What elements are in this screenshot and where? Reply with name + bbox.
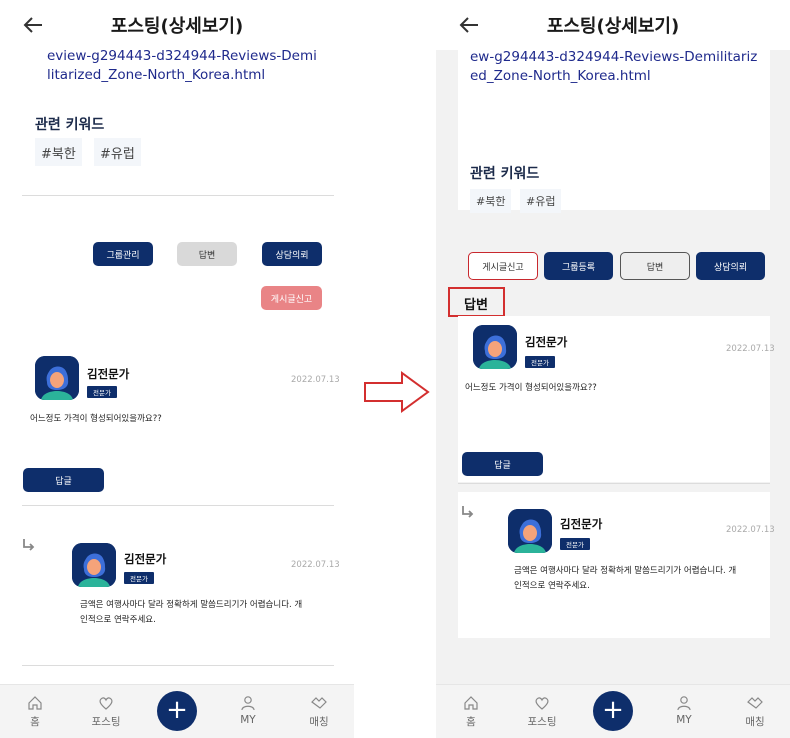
consult-button[interactable]: 상담의뢰 xyxy=(696,252,765,280)
home-icon xyxy=(28,696,42,710)
keywords-title: 관련 키워드 xyxy=(470,166,540,182)
avatar xyxy=(35,356,79,400)
tab-matching[interactable]: 매칭 xyxy=(730,695,780,729)
tag-north-korea[interactable]: #북한 xyxy=(470,189,512,213)
user-icon xyxy=(241,696,255,711)
handshake-icon xyxy=(311,697,327,709)
consult-button[interactable]: 상담의뢰 xyxy=(262,242,322,266)
heart-icon xyxy=(535,697,549,710)
answer-text: 어느정도 가격이 형성되어있을까요?? xyxy=(465,383,597,393)
report-post-button[interactable]: 게시글신고 xyxy=(468,252,538,280)
tag-europe[interactable]: #유럽 xyxy=(94,138,141,166)
tab-my-label: MY xyxy=(240,714,256,726)
avatar xyxy=(72,543,116,587)
home-icon xyxy=(464,696,478,710)
back-arrow-icon[interactable] xyxy=(22,14,44,36)
reply-text-line1: 금액은 여행사마다 달라 정확하게 말씀드리기가 어렵습니다. 개 xyxy=(80,600,303,610)
tag-north-korea[interactable]: #북한 xyxy=(35,138,82,166)
tab-matching[interactable]: 매칭 xyxy=(294,695,344,729)
answer-date: 2022.07.13 xyxy=(726,344,775,354)
group-register-button[interactable]: 그룹등록 xyxy=(544,252,613,280)
tab-posting[interactable]: 포스팅 xyxy=(517,695,567,729)
reply-arrow-icon xyxy=(462,506,474,518)
answer-button[interactable]: 답변 xyxy=(177,242,237,266)
divider xyxy=(458,483,770,484)
page-title: 포스팅(상세보기) xyxy=(546,16,680,37)
tab-my-label: MY xyxy=(676,714,692,726)
left-screen: 포스팅(상세보기) eview-g294443-d324944-Reviews-… xyxy=(0,0,354,738)
reply-button[interactable]: 답글 xyxy=(462,452,543,476)
page-title: 포스팅(상세보기) xyxy=(110,16,244,37)
bottom-tab-bar: 홈 포스팅 + MY 매칭 xyxy=(0,684,354,738)
answer-section-label: 답변 xyxy=(464,298,488,313)
reply-button[interactable]: 답글 xyxy=(23,468,104,492)
tab-my[interactable]: MY xyxy=(659,695,709,726)
heart-icon xyxy=(99,697,113,710)
add-post-button[interactable]: + xyxy=(593,691,633,731)
user-icon xyxy=(677,696,691,711)
tab-matching-label: 매칭 xyxy=(745,716,765,728)
tab-posting-label: 포스팅 xyxy=(91,716,121,728)
expert-badge: 전문가 xyxy=(87,386,117,398)
tab-home-label: 홈 xyxy=(466,716,476,728)
avatar xyxy=(473,325,517,369)
transition-arrow-icon xyxy=(364,371,430,413)
expert-badge: 전문가 xyxy=(560,538,590,550)
bottom-tab-bar: 홈 포스팅 + MY 매칭 xyxy=(436,684,790,738)
reply-date: 2022.07.13 xyxy=(291,560,340,570)
reply-text-line2: 인적으로 연락주세요. xyxy=(514,581,590,591)
reply-date: 2022.07.13 xyxy=(726,525,775,535)
tab-home-label: 홈 xyxy=(30,716,40,728)
answer-text: 어느정도 가격이 형성되어있을까요?? xyxy=(30,414,162,424)
back-arrow-icon[interactable] xyxy=(458,14,480,36)
post-link[interactable]: ew-g294443-d324944-Reviews-Demilitarized… xyxy=(470,48,762,86)
tab-matching-label: 매칭 xyxy=(309,716,329,728)
header: 포스팅(상세보기) xyxy=(0,0,354,50)
report-post-button[interactable]: 게시글신고 xyxy=(261,286,322,310)
divider xyxy=(22,195,334,196)
tab-posting[interactable]: 포스팅 xyxy=(81,695,131,729)
add-post-button[interactable]: + xyxy=(157,691,197,731)
answer-date: 2022.07.13 xyxy=(291,375,340,385)
expert-avatar-icon xyxy=(35,356,79,400)
tag-europe[interactable]: #유럽 xyxy=(520,189,562,213)
expert-name: 김전문가 xyxy=(87,367,130,381)
keywords-title: 관련 키워드 xyxy=(35,117,105,133)
right-screen: 포스팅(상세보기) ew-g294443-d324944-Reviews-Dem… xyxy=(436,0,790,738)
expert-name: 김전문가 xyxy=(525,335,568,349)
handshake-icon xyxy=(747,697,763,709)
tab-home[interactable]: 홈 xyxy=(446,695,496,729)
avatar xyxy=(508,509,552,553)
answer-button[interactable]: 답변 xyxy=(620,252,690,280)
divider xyxy=(22,665,334,666)
reply-arrow-icon xyxy=(23,539,35,551)
expert-badge: 전문가 xyxy=(525,356,555,368)
expert-avatar-icon xyxy=(72,543,116,587)
divider xyxy=(22,505,334,506)
reply-text-line2: 인적으로 연락주세요. xyxy=(80,615,156,625)
expert-avatar-icon xyxy=(508,509,552,553)
expert-avatar-icon xyxy=(473,325,517,369)
expert-badge: 전문가 xyxy=(124,572,154,584)
tab-home[interactable]: 홈 xyxy=(10,695,60,729)
post-link[interactable]: eview-g294443-d324944-Reviews-Demilitari… xyxy=(47,47,317,85)
expert-name: 김전문가 xyxy=(124,552,167,566)
reply-text-line1: 금액은 여행사마다 달라 정확하게 말씀드리기가 어렵습니다. 개 xyxy=(514,566,737,576)
expert-name: 김전문가 xyxy=(560,517,603,531)
group-manage-button[interactable]: 그룹관리 xyxy=(93,242,153,266)
tab-my[interactable]: MY xyxy=(223,695,273,726)
tab-posting-label: 포스팅 xyxy=(527,716,557,728)
